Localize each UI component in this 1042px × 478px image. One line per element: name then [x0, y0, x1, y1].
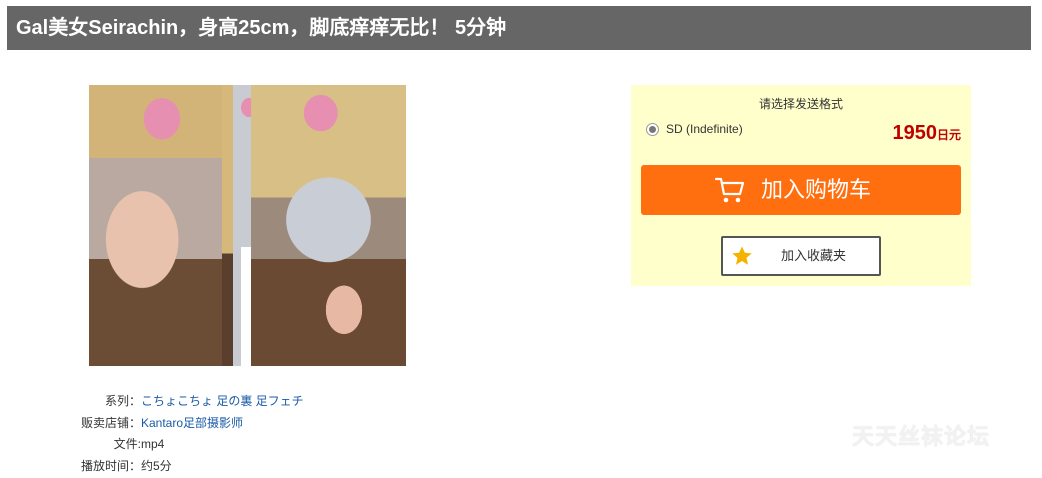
series-link[interactable]: こちょこちょ 足の裏 足フェチ [141, 391, 304, 413]
page-title: Gal美女Seirachin，身高25cm，脚底痒痒无比！ 5分钟 [7, 6, 1031, 50]
add-to-favorites-button[interactable]: 加入收藏夹 [721, 236, 881, 276]
purchase-box: 请选择发送格式 SD (Indefinite) 1950日元 加入购物车 加入收… [631, 85, 971, 286]
product-info: 系列： こちょこちょ 足の裏 足フェチ 贩卖店铺： Kantaro足部摄影师 文… [80, 391, 304, 477]
duration-value: 约5分 [141, 458, 172, 473]
product-image[interactable] [89, 85, 406, 366]
format-option-label[interactable]: SD (Indefinite) [666, 122, 743, 136]
add-to-cart-button[interactable]: 加入购物车 [641, 165, 961, 215]
product-image-panel-left [89, 85, 241, 366]
file-label: 文件: [113, 437, 141, 451]
price-unit: 日元 [936, 128, 961, 142]
product-image-panel-right [251, 85, 406, 366]
format-radio[interactable] [646, 123, 659, 136]
image-divider [241, 247, 251, 366]
watermark: 天天丝袜论坛 [852, 424, 991, 449]
file-value: mp4 [141, 437, 165, 451]
price: 1950日元 [892, 122, 961, 145]
star-icon [732, 246, 752, 265]
add-to-favorites-label: 加入收藏夹 [781, 248, 847, 263]
store-link[interactable]: Kantaro足部摄影师 [141, 413, 243, 435]
info-row-file: 文件: mp4 [80, 434, 304, 456]
series-label: 系列： [104, 394, 141, 408]
info-row-series: 系列： こちょこちょ 足の裏 足フェチ [80, 391, 304, 413]
duration-label: 播放时间： [80, 458, 141, 473]
format-prompt: 请选择发送格式 [758, 97, 843, 111]
add-to-cart-label: 加入购物车 [761, 177, 872, 202]
store-label: 贩卖店铺： [80, 415, 141, 430]
price-value: 1950 [892, 122, 937, 144]
info-row-duration: 播放时间： 约5分 [80, 456, 304, 478]
cart-icon [715, 177, 745, 203]
info-row-store: 贩卖店铺： Kantaro足部摄影师 [80, 413, 304, 435]
